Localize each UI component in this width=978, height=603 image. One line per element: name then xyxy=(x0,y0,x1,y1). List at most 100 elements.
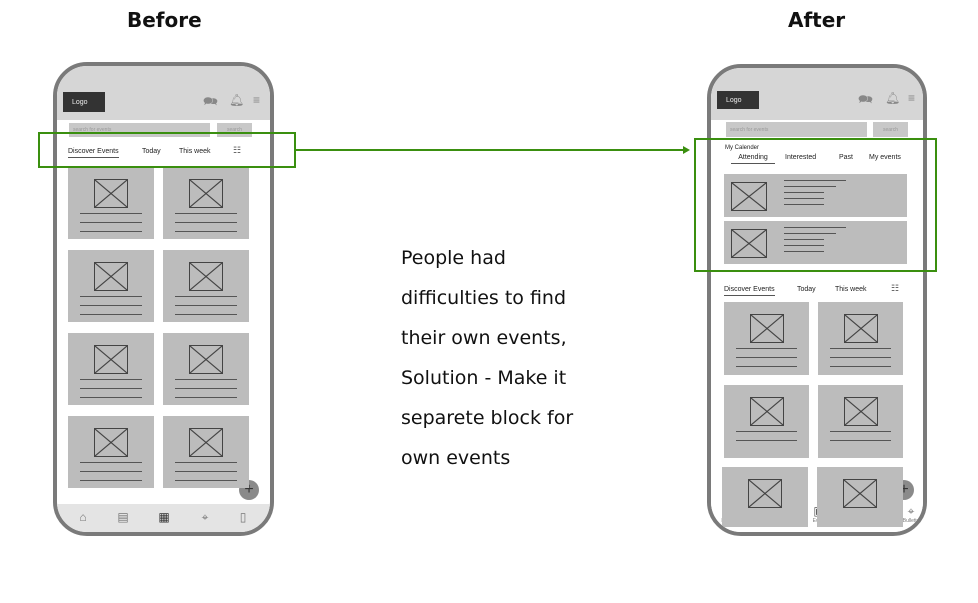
text-line-placeholder xyxy=(175,231,237,232)
text-line-placeholder xyxy=(736,431,797,432)
home-icon: ⌂ xyxy=(79,510,87,524)
image-placeholder-icon xyxy=(749,314,784,343)
note-line: Solution - Make it xyxy=(401,367,567,389)
nav-ideas[interactable]: ▯ xyxy=(233,510,253,524)
note-line: separete block for xyxy=(401,407,574,429)
image-placeholder-icon xyxy=(94,345,128,374)
before-highlight-box xyxy=(38,132,296,168)
text-line-placeholder xyxy=(80,379,142,380)
text-line-placeholder xyxy=(175,296,237,297)
menu-icon[interactable]: ≡ xyxy=(908,92,915,104)
text-line-placeholder xyxy=(175,480,237,481)
image-placeholder-icon xyxy=(189,345,223,374)
text-line-placeholder xyxy=(830,348,891,349)
text-line-placeholder xyxy=(80,397,142,398)
note-line: their own events, xyxy=(401,327,567,349)
sliders-icon[interactable]: ☷ xyxy=(891,283,899,294)
text-line-placeholder xyxy=(80,296,142,297)
event-card[interactable] xyxy=(818,385,903,458)
note-line: difficulties to find xyxy=(401,287,567,309)
after-highlight-box xyxy=(694,138,937,272)
pin-icon: ⌖ xyxy=(201,510,209,524)
event-card[interactable] xyxy=(68,333,154,405)
event-card[interactable] xyxy=(68,167,154,239)
tab-discover-events[interactable]: Discover Events xyxy=(724,286,775,296)
text-line-placeholder xyxy=(80,305,142,306)
explanation-note: People had difficulties to find their ow… xyxy=(401,238,611,478)
text-line-placeholder xyxy=(830,366,891,367)
chat-icon[interactable]: 🗪 xyxy=(858,93,873,105)
image-placeholder-icon xyxy=(843,397,878,426)
text-line-placeholder xyxy=(175,305,237,306)
event-card[interactable] xyxy=(68,250,154,322)
image-placeholder-icon xyxy=(749,397,784,426)
text-line-placeholder xyxy=(80,471,142,472)
text-line-placeholder xyxy=(175,213,237,214)
text-line-placeholder xyxy=(80,388,142,389)
text-line-placeholder xyxy=(80,231,142,232)
event-card[interactable] xyxy=(163,250,249,322)
nav-calendar[interactable]: ▦ xyxy=(154,510,174,524)
search-button[interactable]: search xyxy=(873,122,908,137)
event-card[interactable] xyxy=(163,333,249,405)
image-placeholder-icon xyxy=(843,314,878,343)
event-card[interactable] xyxy=(163,416,249,488)
bottom-nav: ⌂ ▤ ▦ ⌖ ▯ xyxy=(57,504,270,532)
text-line-placeholder xyxy=(175,379,237,380)
bell-icon[interactable]: 🔔︎ xyxy=(885,92,900,104)
image-placeholder-icon xyxy=(189,262,223,291)
tab-today[interactable]: Today xyxy=(797,286,816,293)
text-line-placeholder xyxy=(175,397,237,398)
image-placeholder-icon xyxy=(843,479,877,508)
text-line-placeholder xyxy=(830,440,891,441)
search-input[interactable]: search for events xyxy=(726,122,867,137)
bulb-icon: ▯ xyxy=(239,510,247,524)
text-line-placeholder xyxy=(830,357,891,358)
text-line-placeholder xyxy=(80,213,142,214)
text-line-placeholder xyxy=(175,462,237,463)
text-line-placeholder xyxy=(830,431,891,432)
event-card[interactable] xyxy=(68,416,154,488)
image-placeholder-icon xyxy=(748,479,782,508)
text-line-placeholder xyxy=(80,314,142,315)
bell-icon[interactable]: 🔔︎ xyxy=(229,94,244,106)
before-heading: Before xyxy=(127,8,202,32)
text-line-placeholder xyxy=(80,222,142,223)
nav-news[interactable]: ▤ xyxy=(113,510,133,524)
image-placeholder-icon xyxy=(94,179,128,208)
text-line-placeholder xyxy=(736,357,797,358)
text-line-placeholder xyxy=(175,222,237,223)
after-heading: After xyxy=(788,8,846,32)
text-line-placeholder xyxy=(736,366,797,367)
event-card[interactable] xyxy=(818,302,903,375)
event-card[interactable] xyxy=(724,385,809,458)
nav-home[interactable]: ⌂ xyxy=(73,510,93,524)
event-card[interactable] xyxy=(817,467,903,527)
menu-icon[interactable]: ≡ xyxy=(253,94,260,106)
event-card[interactable] xyxy=(724,302,809,375)
tab-this-week[interactable]: This week xyxy=(835,286,867,293)
image-placeholder-icon xyxy=(94,428,128,457)
text-line-placeholder xyxy=(736,348,797,349)
logo: Logo xyxy=(717,91,759,109)
event-card[interactable] xyxy=(163,167,249,239)
after-phone: Logo 🗪 🔔︎ ≡ search for events search My … xyxy=(707,64,927,536)
chat-icon[interactable]: 🗪 xyxy=(203,95,218,107)
note-line: own events xyxy=(401,447,511,469)
connector-arrow xyxy=(296,149,684,151)
logo: Logo xyxy=(63,92,105,112)
text-line-placeholder xyxy=(736,440,797,441)
image-placeholder-icon xyxy=(189,428,223,457)
arrow-head-icon xyxy=(683,146,690,154)
text-line-placeholder xyxy=(80,480,142,481)
image-placeholder-icon xyxy=(189,179,223,208)
text-line-placeholder xyxy=(175,314,237,315)
text-line-placeholder xyxy=(80,462,142,463)
text-line-placeholder xyxy=(175,471,237,472)
event-card[interactable] xyxy=(722,467,808,527)
nav-pin[interactable]: ⌖ xyxy=(195,510,215,524)
news-icon: ▤ xyxy=(117,510,129,524)
calendar-icon: ▦ xyxy=(158,510,170,524)
text-line-placeholder xyxy=(175,388,237,389)
image-placeholder-icon xyxy=(94,262,128,291)
